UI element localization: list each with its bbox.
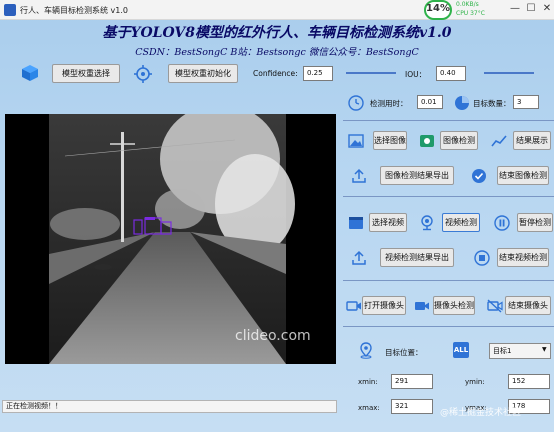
end-image-detect-button[interactable]: 结束图像检测 [497,166,549,185]
stop-icon [473,249,491,267]
pause-detect-button[interactable]: 暂停检测 [517,213,553,232]
end-video-detect-button[interactable]: 结束视频检测 [497,248,549,267]
camera-detect-icon [413,297,431,315]
page-title: 基于YOLOV8模型的红外行人、车辆目标检测系统v1.0 [102,25,452,41]
select-video-button[interactable]: 选择视频 [369,213,407,232]
close-button[interactable]: ✕ [540,2,554,16]
camera-detect-button[interactable]: 摄像头检测 [433,296,475,315]
xmax-label: xmax: [358,404,380,412]
app-icon [4,4,16,16]
page-subtitle: CSDN：BestSongC B站：Bestsongc 微信公众号：BestSo… [135,47,419,58]
open-camera-button[interactable]: 打开摄像头 [362,296,406,315]
check-circle-icon [470,167,488,185]
detect-time-label: 检测用时： [370,99,408,108]
export-image-result-button[interactable]: 图像检测结果导出 [380,166,454,185]
select-weight-button[interactable]: 模型权重选择 [52,64,120,83]
cube-icon [20,63,38,81]
camera-icon [345,297,363,315]
page-watermark: @稀土掘金技术社区 [440,408,522,418]
select-image-button[interactable]: 选择图像 [373,131,407,150]
iou-spinbox[interactable]: 0.40 [436,66,466,81]
iou-label: IOU： [405,70,427,79]
show-result-button[interactable]: 结果展示 [513,131,551,150]
section-divider [343,326,554,327]
export-video-result-button[interactable]: 视频检测结果导出 [380,248,454,267]
location-pin-icon [357,341,375,359]
confidence-spinbox[interactable]: 0.25 [303,66,333,81]
clock-icon [347,94,365,112]
target-count-field: 3 [513,95,539,109]
maximize-button[interactable]: ☐ [524,2,538,16]
detect-time-field: 0.01 [417,95,443,109]
all-targets-badge: ALL [453,342,469,358]
xmin-field: 291 [391,374,433,389]
camera-off-icon [486,297,504,315]
image-detect-icon [418,132,436,150]
end-camera-button[interactable]: 结束摄像头 [505,296,551,315]
window-title: 行人、车辆目标检测系统 v1.0 [20,6,128,15]
status-bar: 正在检测视频！！ [2,400,337,413]
confidence-slider[interactable] [346,72,396,74]
ymin-field: 152 [508,374,550,389]
iou-slider[interactable] [484,72,534,74]
target-count-label: 目标数量： [473,99,511,108]
video-detect-button[interactable]: 视频检测 [442,213,480,232]
section-divider [343,280,554,281]
chevron-down-icon[interactable]: ▼ [542,346,547,353]
line-chart-icon [490,132,508,150]
xmax-field: 321 [391,399,433,414]
pause-icon [493,214,511,232]
target-position-label: 目标位置： [385,348,423,357]
minimize-button[interactable]: — [508,2,522,16]
ymin-label: ymin: [465,378,485,386]
perf-percent: 14% [426,3,450,14]
init-weight-button[interactable]: 模型权重初始化 [168,64,238,83]
upload-icon [350,167,368,185]
video-display: clideo.com [5,114,336,364]
section-divider [343,196,554,197]
section-divider [343,120,554,121]
target-icon [133,64,152,83]
image-detect-button[interactable]: 图像检测 [440,131,478,150]
webcam-icon [418,214,436,232]
confidence-label: Confidence: [253,69,298,78]
video-file-icon [347,214,365,232]
pie-chart-icon [453,94,471,112]
cpu-temp: CPU 37°C [456,10,485,17]
video-watermark: clideo.com [235,328,311,344]
net-speed: 0.0KB/s [456,1,479,8]
infrared-frame [49,114,295,364]
upload-icon [350,249,368,267]
xmin-label: xmin: [358,378,378,386]
image-icon [347,132,365,150]
